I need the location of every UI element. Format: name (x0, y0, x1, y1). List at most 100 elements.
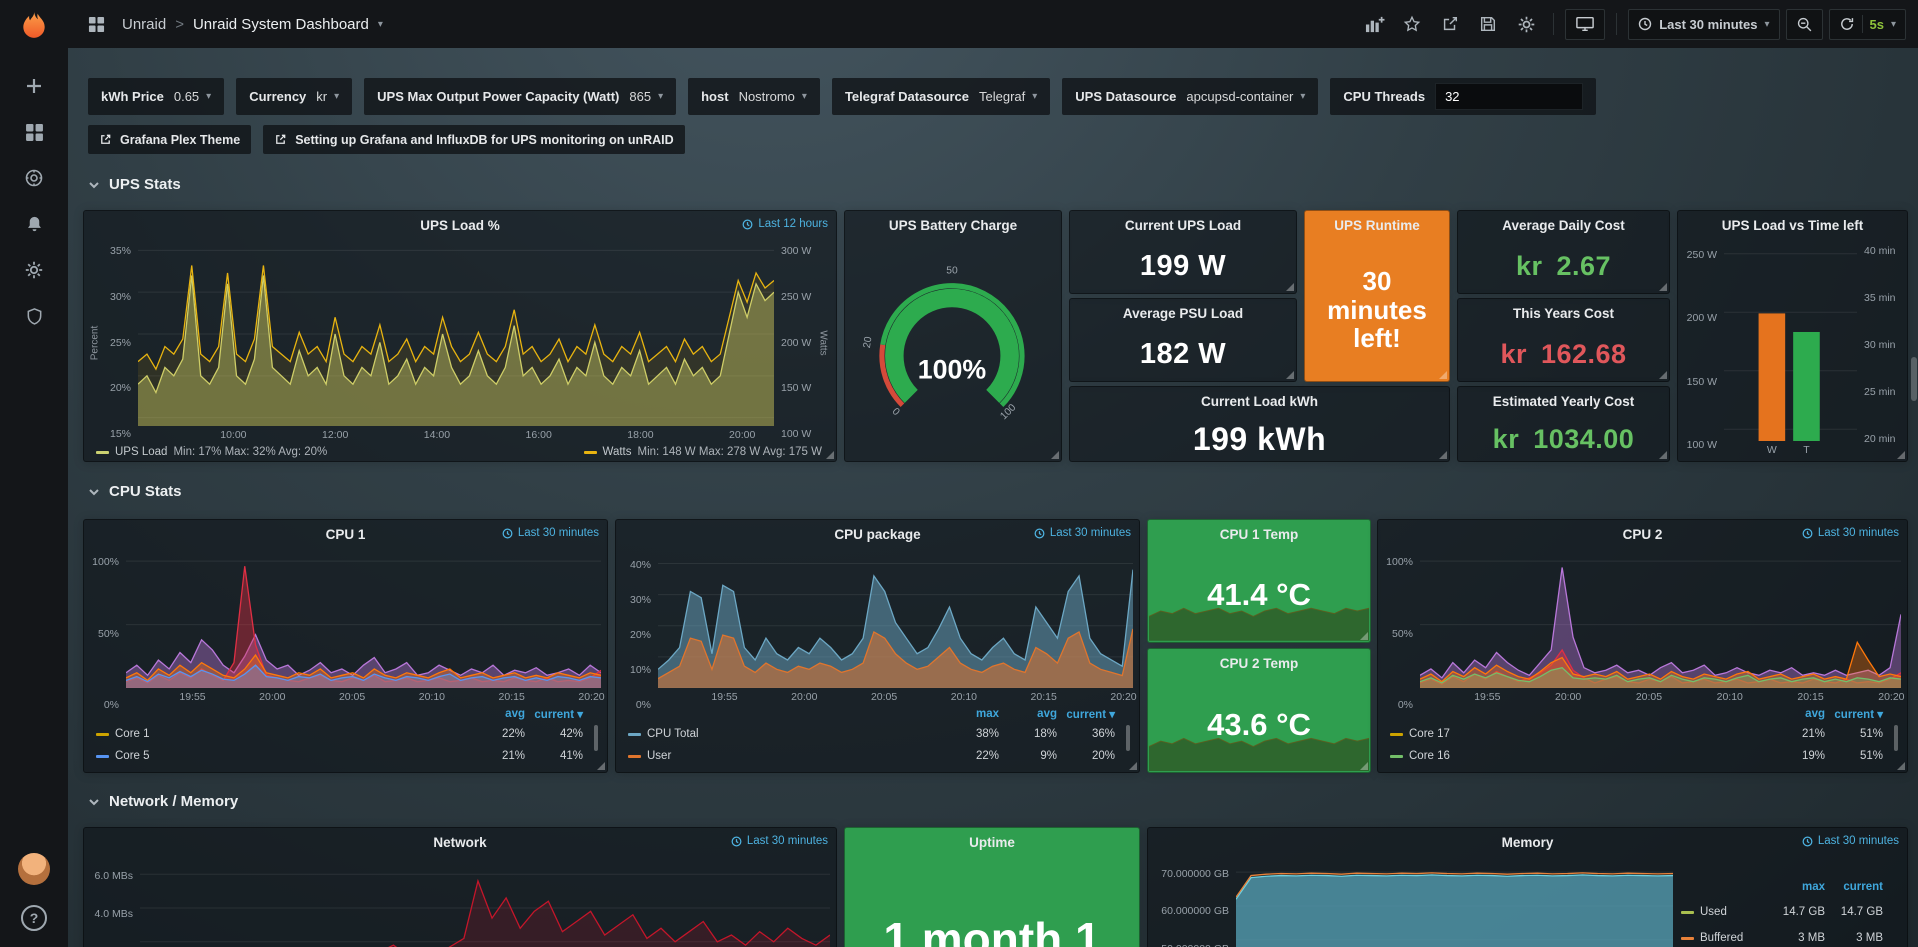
grafana-logo[interactable] (16, 8, 52, 49)
legend-row[interactable]: Core 122%42% (96, 723, 583, 745)
svg-text:20: 20 (862, 336, 875, 349)
legend-row[interactable]: Used14.7 GB14.7 GB (1681, 899, 1883, 925)
variable-ups-max-output[interactable]: UPS Max Output Power Capacity (Watt) 865… (364, 78, 676, 115)
panel-title[interactable]: This Years Cost (1513, 306, 1614, 321)
ytick: 50% (98, 628, 119, 640)
lt-head: maxcurrent (1681, 875, 1883, 899)
legend-column-header[interactable]: current ▾ (525, 707, 583, 721)
create-plus-icon[interactable] (0, 63, 68, 109)
panel-ups-runtime: UPS Runtime 30 minutes left! (1304, 210, 1450, 382)
help-icon[interactable]: ? (21, 905, 47, 931)
save-icon[interactable] (1472, 8, 1504, 40)
link-ups-monitoring-guide[interactable]: Setting up Grafana and InfluxDB for UPS … (263, 125, 684, 154)
gauge-svg: 02050100100% (849, 242, 1055, 456)
ytick: 300 W (781, 245, 811, 257)
yticks: 40 min35 min30 min25 min20 min (1857, 242, 1901, 458)
panel-title[interactable]: UPS Load vs Time left (1722, 218, 1864, 233)
panel-title[interactable]: Current UPS Load (1125, 218, 1241, 233)
dashline (96, 733, 109, 736)
legend-column-header[interactable]: current ▾ (1057, 707, 1115, 721)
variable-label: Currency (249, 89, 306, 104)
legend-scrollbar[interactable] (1894, 725, 1898, 751)
xtick: 20:15 (1797, 691, 1823, 703)
legend-column-header[interactable]: avg (1767, 708, 1825, 720)
legend-column-header[interactable]: avg (467, 708, 525, 720)
lt-val: 38% (941, 728, 999, 740)
legend-scrollbar[interactable] (1126, 725, 1130, 751)
apps-grid-icon[interactable] (80, 8, 112, 40)
row-header-cpu-stats[interactable]: CPU Stats (88, 483, 182, 500)
plot-area (658, 551, 1133, 688)
star-icon[interactable] (1396, 8, 1428, 40)
dashline (96, 755, 109, 758)
legend-row[interactable]: Buffered3 MB3 MB (1681, 925, 1883, 947)
dashboard-settings-gear-icon[interactable] (1510, 8, 1542, 40)
panel-title[interactable]: CPU 2 Temp (1220, 656, 1299, 671)
server-admin-shield-icon[interactable] (0, 293, 68, 339)
legend-item[interactable]: WattsMin: 148 W Max: 278 W Avg: 175 W (584, 446, 822, 458)
dashboard-title[interactable]: Unraid System Dashboard (193, 16, 369, 33)
variable-currency[interactable]: Currency kr▾ (236, 78, 352, 115)
legend-row[interactable]: CPU Total38%18%36% (628, 723, 1115, 745)
panel-title[interactable]: Memory (1502, 835, 1554, 850)
navbar: Unraid > Unraid System Dashboard ▾ Last … (68, 0, 1918, 48)
legend-column-header[interactable]: max (941, 708, 999, 720)
row-header-ups-stats[interactable]: UPS Stats (88, 176, 181, 193)
breadcrumb-folder[interactable]: Unraid (122, 16, 166, 33)
yticks: 100%50%0% (1382, 551, 1420, 705)
refresh-button[interactable]: 5s ▾ (1829, 9, 1907, 40)
legend-column-header[interactable]: current ▾ (1825, 707, 1883, 721)
stat-value: 182 W (1140, 338, 1226, 371)
plot-svg (126, 551, 601, 688)
user-avatar[interactable] (18, 853, 50, 885)
dashboards-icon[interactable] (0, 109, 68, 155)
ytick: 10% (630, 664, 651, 676)
panel-title[interactable]: CPU 1 (326, 527, 366, 542)
explore-icon[interactable] (0, 155, 68, 201)
row-header-network-memory[interactable]: Network / Memory (88, 793, 238, 810)
legend-row[interactable]: Core 1721%51% (1390, 723, 1883, 745)
clock-icon (1638, 17, 1652, 31)
configuration-gear-icon[interactable] (0, 247, 68, 293)
refresh-interval-label[interactable]: 5s (1870, 17, 1884, 32)
legend-column-header[interactable]: max (1767, 881, 1825, 893)
variable-host[interactable]: host Nostromo▾ (688, 78, 820, 115)
legend-row[interactable]: Core 521%41% (96, 745, 583, 767)
page-scrollbar[interactable] (1911, 357, 1917, 401)
legend-row[interactable]: Core 1619%51% (1390, 745, 1883, 767)
time-range-picker[interactable]: Last 30 minutes ▾ (1628, 9, 1779, 40)
share-icon[interactable] (1434, 8, 1466, 40)
panel-title[interactable]: Current Load kWh (1201, 394, 1318, 409)
dashline (1390, 733, 1403, 736)
chevron-down-icon: ▾ (1300, 91, 1305, 102)
panel-title[interactable]: CPU 1 Temp (1220, 527, 1299, 542)
legend-scrollbar[interactable] (594, 725, 598, 751)
variable-telegraf-datasource[interactable]: Telegraf Datasource Telegraf▾ (832, 78, 1050, 115)
chevron-down-icon[interactable]: ▾ (378, 19, 383, 30)
cpu-threads-input[interactable]: 32 (1435, 83, 1583, 110)
panel-title[interactable]: CPU package (834, 527, 920, 542)
panel-title[interactable]: CPU 2 (1623, 527, 1663, 542)
zoom-out-button[interactable] (1786, 9, 1823, 40)
legend-row[interactable]: User22%9%20% (628, 745, 1115, 767)
panel-title[interactable]: UPS Battery Charge (889, 218, 1017, 233)
panel-title[interactable]: Network (433, 835, 486, 850)
add-panel-icon[interactable] (1358, 8, 1390, 40)
legend-column-header[interactable]: current (1825, 881, 1883, 893)
chart-flex: Percent35%30%25%20%15%10:0012:0014:0016:… (88, 242, 830, 443)
variable-ups-datasource[interactable]: UPS Datasource apcupsd-container▾ (1062, 78, 1318, 115)
cycle-view-button[interactable] (1565, 9, 1605, 40)
link-grafana-plex-theme[interactable]: Grafana Plex Theme (88, 125, 251, 154)
panel-title[interactable]: UPS Load % (420, 218, 500, 233)
alerting-bell-icon[interactable] (0, 201, 68, 247)
panel-title[interactable]: Average PSU Load (1123, 306, 1243, 321)
panel-cpu1-temp: CPU 1 Temp 41.4 °C (1147, 519, 1371, 643)
panel-title[interactable]: Average Daily Cost (1502, 218, 1625, 233)
panel-title[interactable]: UPS Runtime (1334, 218, 1420, 233)
panel-title[interactable]: Uptime (969, 835, 1015, 850)
variable-kwh-price[interactable]: kWh Price 0.65▾ (88, 78, 224, 115)
dashboard-links-row: Grafana Plex Theme Setting up Grafana an… (88, 125, 685, 154)
legend-column-header[interactable]: avg (999, 708, 1057, 720)
panel-title[interactable]: Estimated Yearly Cost (1493, 394, 1635, 409)
legend-item[interactable]: UPS LoadMin: 17% Max: 32% Avg: 20% (96, 446, 327, 458)
